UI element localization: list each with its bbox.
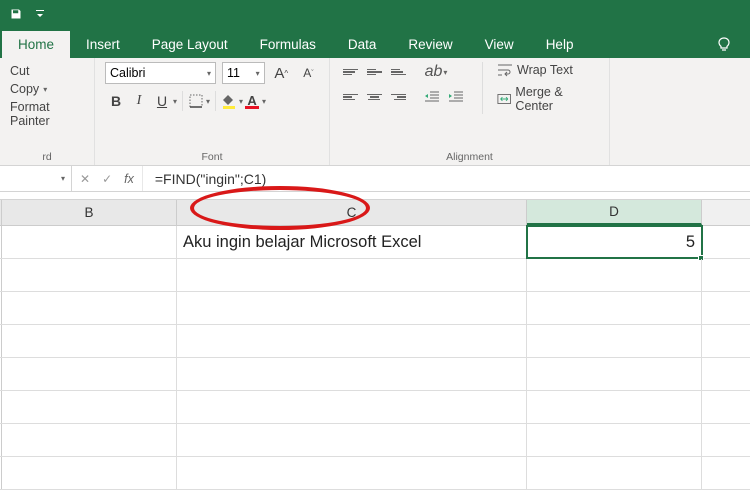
cancel-formula-button[interactable]: ✕: [80, 172, 90, 186]
cell-D8[interactable]: [527, 457, 702, 489]
align-bottom-button[interactable]: [388, 62, 408, 82]
copy-button[interactable]: Copy ▾: [10, 80, 84, 98]
cell-C3[interactable]: [177, 292, 527, 324]
qat-customize-icon[interactable]: [30, 4, 50, 24]
format-painter-button[interactable]: Format Painter: [10, 98, 84, 130]
tab-home[interactable]: Home: [2, 31, 70, 58]
italic-button[interactable]: I: [128, 90, 150, 112]
bold-button[interactable]: B: [105, 90, 127, 112]
cell-D4[interactable]: [527, 325, 702, 357]
name-box[interactable]: ▾: [0, 166, 72, 191]
cell-C8[interactable]: [177, 457, 527, 489]
column-header-C[interactable]: C: [177, 200, 527, 225]
merge-center-button[interactable]: Merge & Center: [493, 84, 599, 114]
cell-D3[interactable]: [527, 292, 702, 324]
tab-formulas[interactable]: Formulas: [244, 31, 332, 58]
decrease-indent-button[interactable]: [422, 87, 442, 107]
tab-review[interactable]: Review: [392, 31, 468, 58]
column-header-D[interactable]: D: [527, 200, 702, 225]
cell-C7[interactable]: [177, 424, 527, 456]
align-right-button[interactable]: [388, 87, 408, 107]
cell-D1[interactable]: 5: [527, 226, 702, 258]
ribbon-tabs: Home Insert Page Layout Formulas Data Re…: [0, 28, 750, 58]
column-header-B[interactable]: B: [2, 200, 177, 225]
orientation-button[interactable]: ab▾: [426, 62, 446, 82]
underline-button[interactable]: U: [151, 90, 173, 112]
cell-C5[interactable]: [177, 358, 527, 390]
cell-C4[interactable]: [177, 325, 527, 357]
font-group: Calibri▾ 11▾ A^ Aˇ B I U ▾ ▾ ▾: [95, 58, 330, 165]
tab-insert[interactable]: Insert: [70, 31, 136, 58]
tell-me-icon[interactable]: [706, 30, 742, 58]
cell-D2[interactable]: [527, 259, 702, 291]
tab-view[interactable]: View: [469, 31, 530, 58]
align-top-button[interactable]: [340, 62, 360, 82]
border-button[interactable]: ▾: [188, 93, 210, 109]
row-8: [0, 457, 750, 490]
clipboard-label: rd: [0, 151, 94, 163]
clipboard-group: Cut Copy ▾ Format Painter rd: [0, 58, 95, 165]
align-left-button[interactable]: [340, 87, 360, 107]
cell-B7[interactable]: [2, 424, 177, 456]
row-3: [0, 292, 750, 325]
cell-B6[interactable]: [2, 391, 177, 423]
cell-D7[interactable]: [527, 424, 702, 456]
column-headers: B C D: [0, 200, 750, 226]
cell-D5[interactable]: [527, 358, 702, 390]
fill-color-button[interactable]: ▾: [221, 93, 243, 109]
cell-D6[interactable]: [527, 391, 702, 423]
wrap-text-button[interactable]: Wrap Text: [493, 62, 599, 78]
row-1: Aku ingin belajar Microsoft Excel 5: [0, 226, 750, 259]
enter-formula-button[interactable]: ✓: [102, 172, 112, 186]
formula-input[interactable]: =FIND("ingin";C1): [143, 171, 750, 187]
cut-button[interactable]: Cut: [10, 62, 84, 80]
title-bar: [0, 0, 750, 28]
align-center-button[interactable]: [364, 87, 384, 107]
row-4: [0, 325, 750, 358]
grow-font-button[interactable]: A^: [271, 62, 292, 84]
row-2: [0, 259, 750, 292]
formula-bar: ▾ ✕ ✓ fx =FIND("ingin";C1): [0, 166, 750, 192]
worksheet: B C D Aku ingin belajar Microsoft Excel …: [0, 192, 750, 490]
cell-B4[interactable]: [2, 325, 177, 357]
cell-B3[interactable]: [2, 292, 177, 324]
font-group-label: Font: [95, 151, 329, 163]
cell-B1[interactable]: [2, 226, 177, 258]
font-name-select[interactable]: Calibri▾: [105, 62, 216, 84]
font-color-button[interactable]: A ▾: [244, 93, 266, 109]
insert-function-button[interactable]: fx: [124, 172, 134, 186]
alignment-group-label: Alignment: [330, 151, 609, 163]
row-5: [0, 358, 750, 391]
tab-page-layout[interactable]: Page Layout: [136, 31, 244, 58]
row-6: [0, 391, 750, 424]
ribbon: Cut Copy ▾ Format Painter rd Calibri▾ 11…: [0, 58, 750, 166]
cell-B5[interactable]: [2, 358, 177, 390]
increase-indent-button[interactable]: [446, 87, 466, 107]
align-middle-button[interactable]: [364, 62, 384, 82]
cell-C1[interactable]: Aku ingin belajar Microsoft Excel: [177, 226, 527, 258]
alignment-group: ab▾ Wrap Text Merge & Ce: [330, 58, 610, 165]
cell-B8[interactable]: [2, 457, 177, 489]
font-size-select[interactable]: 11▾: [222, 62, 265, 84]
tab-help[interactable]: Help: [530, 31, 590, 58]
cell-B2[interactable]: [2, 259, 177, 291]
save-icon[interactable]: [6, 4, 26, 24]
cell-C6[interactable]: [177, 391, 527, 423]
row-7: [0, 424, 750, 457]
tab-data[interactable]: Data: [332, 31, 393, 58]
cell-C2[interactable]: [177, 259, 527, 291]
shrink-font-button[interactable]: Aˇ: [298, 62, 319, 84]
